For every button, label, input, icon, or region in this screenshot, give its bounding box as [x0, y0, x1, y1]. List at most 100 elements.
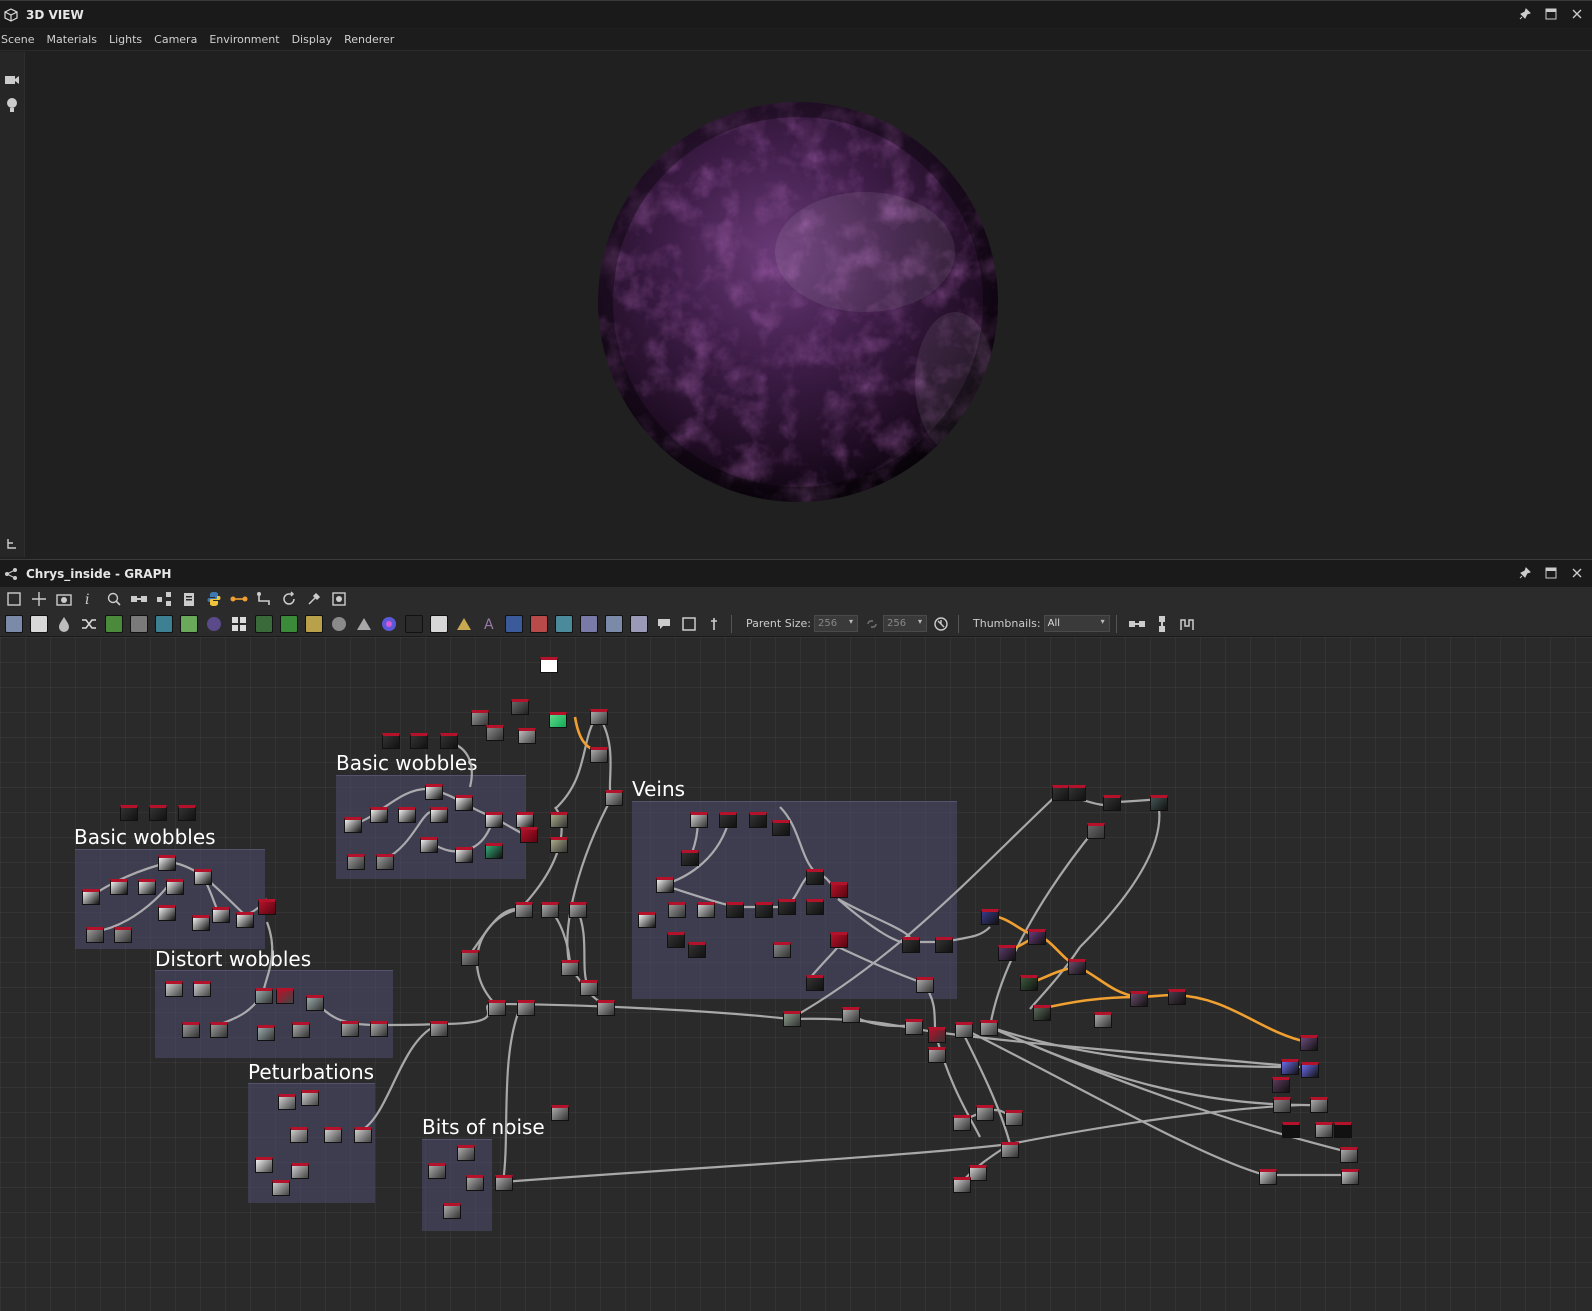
- comment-icon[interactable]: [653, 613, 675, 635]
- sphere-icon[interactable]: [203, 613, 225, 635]
- graph-node[interactable]: [149, 805, 167, 821]
- menu-environment[interactable]: Environment: [208, 33, 285, 46]
- graph-node[interactable]: [549, 712, 567, 728]
- graph-node[interactable]: [440, 733, 458, 749]
- close-icon[interactable]: [1568, 564, 1586, 582]
- pin-icon[interactable]: [1516, 564, 1534, 582]
- bitmap-icon[interactable]: [3, 613, 25, 635]
- graph-node[interactable]: [114, 927, 132, 943]
- shuffle-icon[interactable]: [78, 613, 100, 635]
- graph-node[interactable]: [1281, 1059, 1299, 1075]
- graph-node[interactable]: [755, 902, 773, 918]
- graph-node[interactable]: [783, 1011, 801, 1027]
- hsl-icon[interactable]: [328, 613, 350, 635]
- graph-node[interactable]: [541, 902, 559, 918]
- menu-scene[interactable]: Scene: [0, 33, 41, 46]
- graph-node[interactable]: [443, 1203, 461, 1219]
- graph-node[interactable]: [561, 960, 579, 976]
- graph-node[interactable]: [605, 790, 623, 806]
- graph-node[interactable]: [457, 1145, 475, 1161]
- graph-node[interactable]: [272, 1180, 290, 1196]
- graph-node[interactable]: [488, 1000, 506, 1016]
- tile-icon[interactable]: [228, 613, 250, 635]
- path-icon[interactable]: [253, 588, 275, 610]
- graph-node[interactable]: [455, 795, 473, 811]
- graph-node[interactable]: [376, 854, 394, 870]
- export-icon[interactable]: [328, 588, 350, 610]
- graph-node[interactable]: [806, 869, 824, 885]
- graph-node[interactable]: [518, 728, 536, 744]
- graph-node[interactable]: [410, 733, 428, 749]
- graph-node[interactable]: [430, 1021, 448, 1037]
- graph-node[interactable]: [905, 1019, 923, 1035]
- thumbnails-select[interactable]: All ▾: [1043, 615, 1110, 632]
- graph-node[interactable]: [1259, 1169, 1277, 1185]
- graph-node[interactable]: [1310, 1097, 1328, 1113]
- parent-size-height-select[interactable]: 256 ▾: [883, 615, 927, 632]
- graph-node[interactable]: [976, 1105, 994, 1121]
- graph-node[interactable]: [597, 1000, 615, 1016]
- graph-node[interactable]: [292, 1022, 310, 1038]
- graph-node[interactable]: [182, 1022, 200, 1038]
- graph-node[interactable]: [425, 784, 443, 800]
- graph-node[interactable]: [1068, 959, 1086, 975]
- graph-node[interactable]: [178, 805, 196, 821]
- tools-icon[interactable]: [303, 588, 325, 610]
- pin-node-icon[interactable]: [703, 613, 725, 635]
- graph-node[interactable]: [580, 980, 598, 996]
- graph-node[interactable]: [291, 1163, 309, 1179]
- graph-node[interactable]: [550, 812, 568, 828]
- link-icon[interactable]: [128, 588, 150, 610]
- graph-node[interactable]: [1033, 1005, 1051, 1021]
- graph-node[interactable]: [969, 1165, 987, 1181]
- python-icon[interactable]: [203, 588, 225, 610]
- node-graph-canvas[interactable]: Basic wobbles Basic wobbles Distort wobb…: [0, 637, 1592, 1311]
- graph-node[interactable]: [749, 812, 767, 828]
- graph-node[interactable]: [638, 912, 656, 928]
- graph-node[interactable]: [192, 915, 210, 931]
- graph-node[interactable]: [697, 902, 715, 918]
- graph-node[interactable]: [550, 837, 568, 853]
- refresh-icon[interactable]: [278, 588, 300, 610]
- graph-node[interactable]: [569, 902, 587, 918]
- graph-node[interactable]: [668, 902, 686, 918]
- graph-node[interactable]: [1282, 1122, 1300, 1138]
- graph-node[interactable]: [166, 879, 184, 895]
- graph-node[interactable]: [1001, 1142, 1019, 1158]
- hierarchy-icon[interactable]: [2, 534, 22, 554]
- menu-display[interactable]: Display: [291, 33, 339, 46]
- graph-node[interactable]: [344, 817, 362, 833]
- select-icon[interactable]: [503, 613, 525, 635]
- graph-node[interactable]: [370, 1021, 388, 1037]
- graph-node[interactable]: [916, 977, 934, 993]
- zoom-icon[interactable]: [103, 588, 125, 610]
- graph-node[interactable]: [719, 812, 737, 828]
- graph-node[interactable]: [428, 1163, 446, 1179]
- camera-icon[interactable]: [2, 70, 22, 90]
- graph-node[interactable]: [82, 889, 100, 905]
- graph-node[interactable]: [382, 733, 400, 749]
- graph-node[interactable]: [110, 879, 128, 895]
- graph-node[interactable]: [1301, 1062, 1319, 1078]
- graph-node[interactable]: [354, 1127, 372, 1143]
- graph-node[interactable]: [193, 981, 211, 997]
- graph-node[interactable]: [1020, 975, 1038, 991]
- camera-snapshot-icon[interactable]: [53, 588, 75, 610]
- 3d-viewport[interactable]: [25, 52, 1592, 557]
- graph-node[interactable]: [928, 1027, 946, 1043]
- frame-icon[interactable]: [678, 613, 700, 635]
- align-horizontal-icon[interactable]: [1126, 613, 1148, 635]
- graph-node[interactable]: [466, 1175, 484, 1191]
- graph-node[interactable]: [1087, 823, 1105, 839]
- graph-node[interactable]: [306, 995, 324, 1011]
- levels-icon[interactable]: [128, 613, 150, 635]
- graph-node[interactable]: [1300, 1035, 1318, 1051]
- pin-icon[interactable]: [1516, 5, 1534, 23]
- graph-node[interactable]: [255, 1157, 273, 1173]
- graph-node[interactable]: [138, 879, 156, 895]
- graph-node[interactable]: [667, 932, 685, 948]
- graph-node[interactable]: [830, 932, 848, 948]
- move-icon[interactable]: [28, 588, 50, 610]
- graph-node[interactable]: [688, 942, 706, 958]
- maximize-icon[interactable]: [1542, 564, 1560, 582]
